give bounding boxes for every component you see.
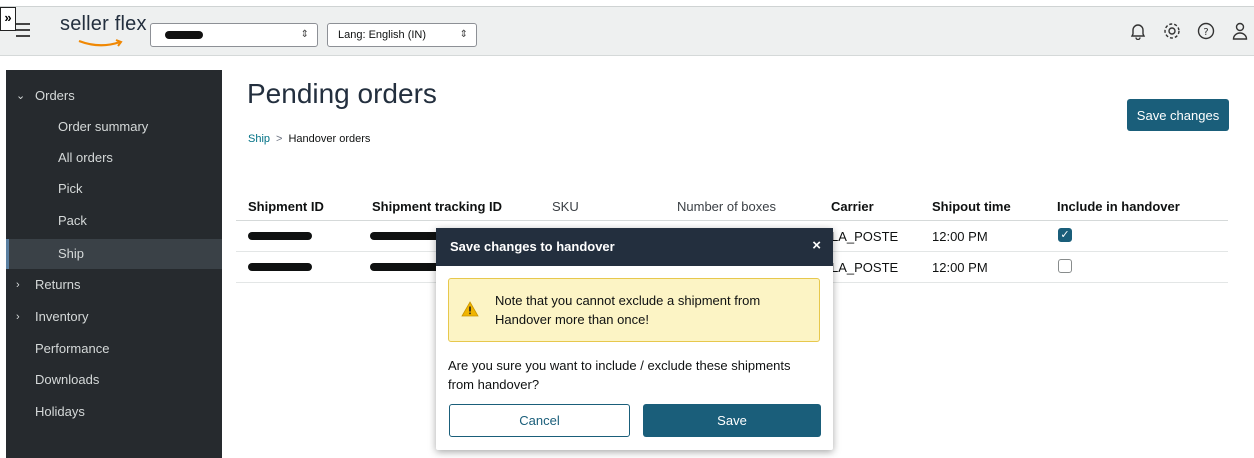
sidebar-item-order-summary[interactable]: Order summary <box>6 112 222 142</box>
include-checkbox[interactable]: ✓ <box>1058 228 1072 242</box>
redacted-store-name <box>165 31 203 39</box>
logo-text: seller flex <box>60 13 147 35</box>
redacted-shipment-id <box>248 263 312 271</box>
col-include: Include in handover <box>1057 199 1180 214</box>
sidebar-item-performance[interactable]: Performance <box>6 334 222 364</box>
col-shipment-id: Shipment ID <box>248 199 324 214</box>
sidebar-item-returns[interactable]: › Returns <box>6 270 222 300</box>
sidebar-item-label: Performance <box>35 341 110 356</box>
store-select[interactable]: ⇕ <box>150 23 318 47</box>
breadcrumb-current: Handover orders <box>288 133 371 145</box>
table-header: Shipment ID Shipment tracking ID SKU Num… <box>236 192 1228 221</box>
sidebar-item-label: Returns <box>35 277 81 292</box>
chevron-right-icon: › <box>16 311 20 323</box>
warning-icon <box>461 301 479 322</box>
sidebar-item-holidays[interactable]: Holidays <box>6 397 222 427</box>
sidebar-item-ship[interactable]: Ship <box>6 239 222 269</box>
sidebar-item-label: Holidays <box>35 404 85 419</box>
warning-alert: Note that you cannot exclude a shipment … <box>448 278 820 342</box>
save-button[interactable]: Save <box>643 404 821 437</box>
sidebar-item-label: Order summary <box>58 119 149 134</box>
modal-body-text: Are you sure you want to include / exclu… <box>448 358 791 392</box>
header-icons: ? <box>1128 21 1250 41</box>
help-icon[interactable]: ? <box>1196 21 1216 41</box>
sidebar: ⌄ Orders Order summary All orders Pick P… <box>6 70 222 458</box>
chevron-right-icon: › <box>16 279 20 291</box>
sidebar-item-all-orders[interactable]: All orders <box>6 143 222 173</box>
breadcrumb-link-ship[interactable]: Ship <box>248 133 270 145</box>
save-changes-modal: Save changes to handover × Note that you… <box>436 228 833 450</box>
expand-toggle[interactable]: » <box>0 7 16 31</box>
sidebar-item-label: Downloads <box>35 372 100 387</box>
sidebar-item-label: All orders <box>58 150 113 165</box>
cancel-button[interactable]: Cancel <box>449 404 630 437</box>
sidebar-item-label: Pick <box>58 181 83 196</box>
chevron-updown-icon: ⇕ <box>459 29 468 40</box>
svg-text:?: ? <box>1203 27 1208 38</box>
page-title: Pending orders <box>247 78 437 109</box>
language-select[interactable]: Lang: English (IN) ⇕ <box>327 23 477 47</box>
sidebar-item-pick[interactable]: Pick <box>6 174 222 204</box>
col-boxes: Number of boxes <box>677 199 776 214</box>
sidebar-item-orders[interactable]: ⌄ Orders <box>6 81 222 111</box>
save-changes-button[interactable]: Save changes <box>1127 99 1229 131</box>
col-shipout-time: Shipout time <box>932 199 1011 214</box>
language-select-value: Lang: English (IN) <box>338 29 427 41</box>
modal-header: Save changes to handover × <box>436 228 833 266</box>
include-checkbox[interactable] <box>1058 259 1072 273</box>
redacted-shipment-id <box>248 232 312 240</box>
chevron-down-icon: ⌄ <box>16 90 26 102</box>
breadcrumb: Ship > Handover orders <box>248 133 370 145</box>
sidebar-item-downloads[interactable]: Downloads <box>6 365 222 395</box>
col-sku: SKU <box>552 199 579 214</box>
sidebar-item-label: Ship <box>58 246 85 261</box>
carrier-cell: LA_POSTE <box>831 260 899 275</box>
sidebar-item-label: Orders <box>35 88 75 103</box>
bell-icon[interactable] <box>1128 21 1148 41</box>
gear-icon[interactable] <box>1162 21 1182 41</box>
redacted-tracking-id <box>370 232 440 240</box>
modal-title: Save changes to handover <box>450 239 615 254</box>
top-header: » seller flex ⇕ Lang: English (IN) ⇕ ? <box>0 6 1254 56</box>
sidebar-item-label: Inventory <box>35 309 89 324</box>
smile-icon <box>78 39 123 47</box>
breadcrumb-separator: > <box>276 133 283 145</box>
sidebar-item-pack[interactable]: Pack <box>6 206 222 236</box>
col-carrier: Carrier <box>831 199 874 214</box>
carrier-cell: LA_POSTE <box>831 229 899 244</box>
shipout-cell: 12:00 PM <box>932 229 988 244</box>
user-icon[interactable] <box>1230 21 1250 41</box>
menu-icon[interactable] <box>16 23 30 41</box>
redacted-tracking-id <box>370 263 440 271</box>
alert-message: Note that you cannot exclude a shipment … <box>495 293 761 327</box>
chevron-updown-icon: ⇕ <box>300 29 309 40</box>
seller-flex-logo: seller flex <box>60 13 147 47</box>
close-icon[interactable]: × <box>812 237 821 254</box>
col-tracking-id: Shipment tracking ID <box>372 199 503 214</box>
sidebar-item-inventory[interactable]: › Inventory <box>6 302 222 332</box>
sidebar-item-label: Pack <box>58 213 87 228</box>
shipout-cell: 12:00 PM <box>932 260 988 275</box>
